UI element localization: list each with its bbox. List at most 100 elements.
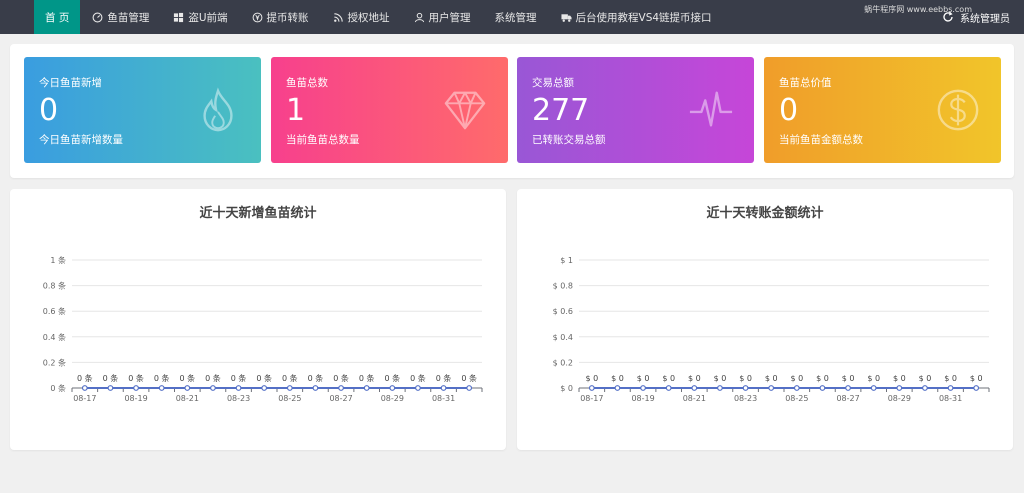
data-point <box>922 385 928 391</box>
data-label: $ 0 <box>611 374 624 383</box>
data-label: $ 0 <box>816 374 829 383</box>
data-point <box>363 385 370 391</box>
data-label: 0 条 <box>282 373 298 383</box>
y-tick-label: $ 0 <box>560 384 573 393</box>
data-label: $ 0 <box>637 374 650 383</box>
nav-auth-address[interactable]: 授权地址 <box>321 0 402 34</box>
data-label: $ 0 <box>970 374 983 383</box>
x-tick-label: 08-29 <box>381 394 404 403</box>
data-label: 0 条 <box>77 373 93 383</box>
data-point <box>793 385 800 391</box>
nav-auth-address-label: 授权地址 <box>347 11 390 24</box>
transfer-amount-line-chart: $ 0 $ 0.2 $ 0.4 $ 0.6 $ 0.8 $ 1 08-17 08-19 08-2… <box>553 256 990 403</box>
data-point <box>742 385 749 391</box>
data-label: 0 条 <box>384 373 400 383</box>
data-point <box>947 385 954 391</box>
truck-icon <box>560 13 572 22</box>
data-label: 0 条 <box>103 373 119 383</box>
data-label: 0 条 <box>436 373 452 383</box>
stat-sub: 已转账交易总额 <box>532 134 606 146</box>
nav-fish-management-label: 鱼苗管理 <box>107 11 150 24</box>
data-label: $ 0 <box>765 374 778 383</box>
y-tick-label: 0.8 条 <box>43 281 66 291</box>
nav-home[interactable]: 首 页 <box>34 0 81 34</box>
data-point <box>588 385 595 391</box>
x-tick-label: 08-21 <box>683 394 706 403</box>
data-point <box>896 385 903 391</box>
x-tick-label: 08-25 <box>785 394 808 403</box>
x-tick-label: 08-23 <box>734 394 757 403</box>
nav-user-management[interactable]: 用户管理 <box>402 0 483 34</box>
chart-panel-new-fish: 近十天新增鱼苗统计 0 条 0.2 条 0.4 条 0.6 条 0.8 条1 条 08-1… <box>10 189 506 450</box>
data-label: $ 0 <box>739 374 752 383</box>
data-label: 0 条 <box>359 373 375 383</box>
data-label: 0 条 <box>461 373 477 383</box>
flame-icon <box>203 87 233 132</box>
stat-card-total-fish: 鱼苗总数 1 当前鱼苗总数量 <box>271 57 508 163</box>
pulse-icon <box>689 91 733 127</box>
data-point <box>415 385 421 391</box>
chart-panel-transfer-amount: 近十天转账金额统计 $ 0 $ 0.2 $ 0.4 $ 0.6 $ 0.8 $ 1 08-1… <box>517 189 1013 450</box>
data-point <box>210 385 216 391</box>
data-point <box>614 385 621 391</box>
data-label: $ 0 <box>944 374 957 383</box>
y-tick-label: 1 条 <box>50 255 66 265</box>
x-tick-label: 08-31 <box>939 394 962 403</box>
data-label: 0 条 <box>179 373 195 383</box>
nav-user-management-label: 用户管理 <box>428 11 471 24</box>
nav-system-management[interactable]: 系统管理 <box>483 0 549 34</box>
y-tick-label: 0.2 条 <box>43 357 66 367</box>
nav-withdraw-label: 提币转账 <box>266 11 309 24</box>
x-tick-label: 08-17 <box>580 394 603 403</box>
nav-tutorial[interactable]: 后台使用教程VS4链提币接口 <box>549 0 724 34</box>
y-tick-label: 0 条 <box>50 383 66 393</box>
admin-label[interactable]: 系统管理员 <box>960 10 1010 25</box>
windows-icon <box>174 12 184 22</box>
nav-system-management-label: 系统管理 <box>494 11 537 24</box>
nav-frontend[interactable]: 盗U前端 <box>161 0 239 34</box>
data-point <box>768 385 775 391</box>
data-label: 0 条 <box>256 373 272 383</box>
data-point <box>717 385 723 391</box>
x-tick-label: 08-25 <box>278 394 301 403</box>
stats-panel: 今日鱼苗新增 0 今日鱼苗新增数量 鱼苗总数 1 当前鱼苗总数量 交易总额 27… <box>10 44 1014 178</box>
stat-card-transaction-total: 交易总额 277 已转账交易总额 <box>517 57 754 163</box>
data-point <box>640 385 646 391</box>
data-label: $ 0 <box>714 374 727 383</box>
data-point <box>819 385 826 391</box>
data-point <box>81 385 88 391</box>
x-tick-label: 08-23 <box>227 394 250 403</box>
y-tick-label: $ 0.4 <box>553 333 573 342</box>
nav-withdraw[interactable]: 提币转账 <box>240 0 321 34</box>
yen-circle-icon <box>252 12 262 22</box>
data-label: $ 0 <box>893 374 906 383</box>
data-label: 0 条 <box>231 373 247 383</box>
data-label: 0 条 <box>410 373 426 383</box>
y-tick-label: $ 0.6 <box>553 307 573 316</box>
stat-card-fish-value: 鱼苗总价值 0 当前鱼苗金额总数 <box>764 57 1001 163</box>
stat-sub: 当前鱼苗总数量 <box>286 134 360 146</box>
refresh-icon[interactable] <box>942 11 954 23</box>
data-point <box>312 385 319 391</box>
gauge-icon <box>92 12 103 22</box>
stat-card-new-today: 今日鱼苗新增 0 今日鱼苗新增数量 <box>24 57 261 163</box>
data-point <box>184 385 191 391</box>
nav-tutorial-label: 后台使用教程VS4链提币接口 <box>575 11 712 24</box>
admin-area[interactable]: 系统管理员 <box>942 0 1010 34</box>
data-point <box>107 385 114 391</box>
nav-fish-management[interactable]: 鱼苗管理 <box>80 0 161 34</box>
data-label: $ 0 <box>585 374 598 383</box>
x-tick-label: 08-19 <box>631 394 654 403</box>
data-point <box>389 385 396 391</box>
data-point <box>466 385 473 391</box>
data-label: $ 0 <box>662 374 675 383</box>
data-label: $ 0 <box>842 374 855 383</box>
y-tick-label: $ 0.2 <box>553 358 573 367</box>
x-tick-label: 08-21 <box>176 394 199 403</box>
data-point <box>870 385 877 391</box>
y-tick-label: $ 0.8 <box>553 282 573 291</box>
data-label: $ 0 <box>867 374 880 383</box>
y-tick-label: $ 1 <box>560 256 573 265</box>
data-label: 0 条 <box>154 373 170 383</box>
data-point <box>845 385 851 391</box>
